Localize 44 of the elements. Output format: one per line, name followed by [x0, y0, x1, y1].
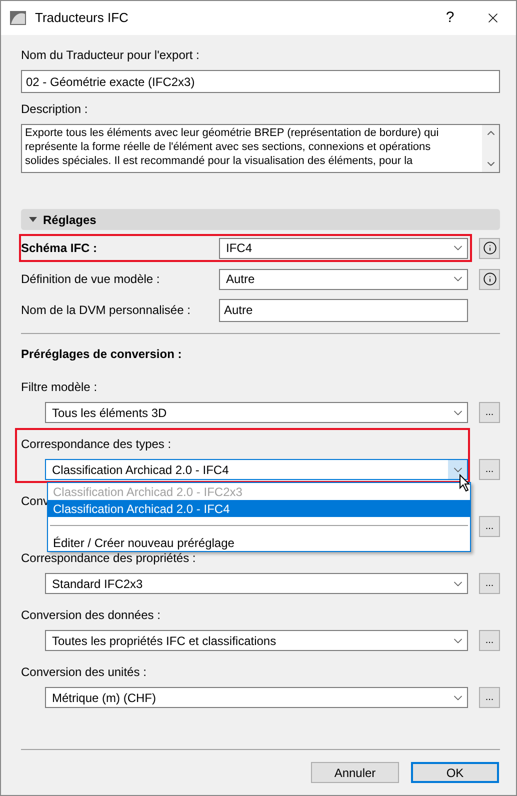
scrollbar[interactable] — [482, 125, 499, 172]
dialog-button[interactable]: OK — [411, 762, 499, 783]
more-button[interactable]: ... — [479, 402, 500, 423]
section-title: Préréglages de conversion : — [21, 346, 183, 363]
dropdown[interactable]: IFC4 — [219, 238, 468, 258]
field-label: Définition de vue modèle : — [21, 271, 161, 288]
more-button[interactable]: ... — [479, 459, 500, 480]
app-logo-icon — [10, 11, 26, 25]
help-button[interactable]: ? — [430, 1, 470, 35]
description-text: solides spéciales. Il est recommandé pour la visualisation des éléments, pour la — [25, 154, 414, 168]
dropdown[interactable]: Tous les éléments 3D — [45, 402, 468, 423]
dropdown[interactable]: Classification Archicad 2.0 - IFC4 — [45, 459, 468, 480]
text-field[interactable]: Autre — [219, 298, 468, 322]
more-button[interactable]: ... — [479, 687, 500, 708]
dialog-button[interactable]: Annuler — [311, 762, 399, 783]
name-field[interactable]: 02 - Géométrie exacte (IFC2x3) — [21, 70, 500, 93]
field-label: Conversion des données : — [21, 607, 160, 624]
field-label: Nom du Traducteur pour l'export : — [21, 47, 200, 64]
more-button[interactable]: ... — [479, 516, 500, 537]
info-icon — [482, 241, 496, 255]
dropdown[interactable]: Standard IFC2x3 — [45, 573, 468, 594]
field-label: Conversion des unités : — [21, 664, 146, 681]
triangle-icon — [29, 216, 37, 222]
info-button[interactable] — [479, 268, 500, 290]
field-label: Correspondance des propriétés : — [21, 550, 196, 567]
field-label: Nom de la DVM personnalisée : — [21, 302, 192, 319]
description-text: Exporte tous les éléments avec leur géométrie BREP (représentation de bordure) qui — [25, 126, 440, 140]
dropdown[interactable]: Métrique (m) (CHF) — [45, 687, 468, 708]
field-label: Filtre modèle : — [21, 379, 98, 396]
more-button[interactable]: ... — [479, 630, 500, 651]
description-field[interactable] — [21, 124, 500, 173]
dropdown[interactable]: Autre — [219, 268, 468, 290]
section-header[interactable]: Réglages — [21, 209, 500, 230]
description-text: représente la forme réelle de l'élément avec ses sections, connexions et opérations — [25, 140, 432, 154]
field-label: Description : — [21, 101, 89, 118]
more-button[interactable]: ... — [479, 573, 500, 594]
dropdown[interactable]: Toutes les propriétés IFC et classifications — [45, 630, 468, 651]
dropdown-option[interactable]: Éditer / Créer nouveau préréglage — [48, 534, 470, 551]
dropdown-option[interactable]: Classification Archicad 2.0 - IFC4 — [48, 500, 470, 517]
field-label: Correspondance des types : — [21, 436, 172, 453]
window-title: Traducteurs IFC — [35, 9, 128, 28]
info-button[interactable] — [479, 238, 500, 258]
info-icon — [482, 272, 496, 286]
field-label: Schéma IFC : — [21, 240, 98, 257]
